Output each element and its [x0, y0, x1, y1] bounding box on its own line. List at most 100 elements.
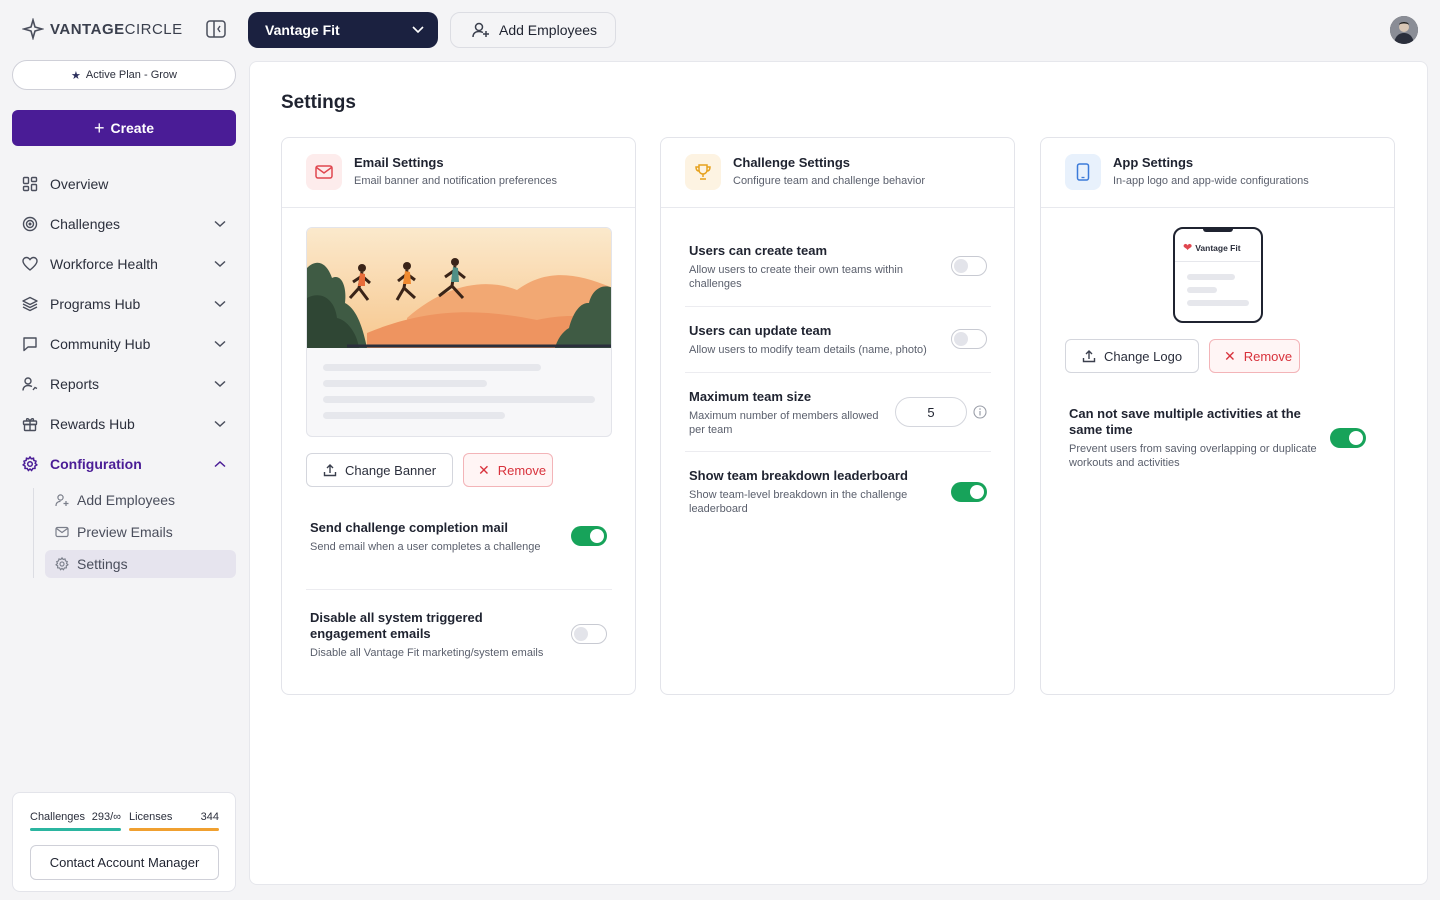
- max-team-size-input[interactable]: 5: [895, 397, 967, 427]
- mail-icon: [55, 526, 69, 538]
- brand-logo[interactable]: VANTAGECIRCLE: [22, 18, 183, 40]
- app-settings-card: App Settings In-app logo and app-wide co…: [1040, 137, 1395, 695]
- sidebar-item-programs-hub[interactable]: Programs Hub: [12, 286, 236, 322]
- logo-icon: [22, 18, 44, 40]
- add-employees-button[interactable]: Add Employees: [450, 12, 616, 48]
- setting-desc: Prevent users from saving overlapping or…: [1069, 443, 1317, 469]
- card-title: Email Settings: [354, 155, 444, 170]
- licenses-usage-value: 344: [200, 811, 219, 823]
- plan-label: Active Plan - Grow: [85, 69, 177, 81]
- app-selector-label: Vantage Fit: [265, 22, 340, 38]
- challenges-usage: Challenges 293/∞: [30, 811, 121, 823]
- runners-banner-image: [307, 228, 611, 348]
- setting-desc: Allow users to create their own teams wi…: [689, 264, 903, 290]
- sidebar-subitem-preview-emails[interactable]: Preview Emails: [45, 518, 236, 546]
- contact-account-manager-button[interactable]: Contact Account Manager: [30, 845, 219, 880]
- subitem-label: Add Employees: [77, 492, 176, 508]
- setting-max-team-size: Maximum team size Maximum number of memb…: [689, 389, 895, 437]
- grid-icon: [22, 176, 38, 192]
- chat-icon: [23, 337, 37, 352]
- setting-title: Can not save multiple activities at the …: [1069, 406, 1301, 437]
- disable-emails-toggle[interactable]: [571, 624, 607, 644]
- change-banner-button[interactable]: Change Banner: [306, 453, 454, 487]
- app-logo: ❤ Vantage Fit: [1183, 241, 1241, 254]
- divider: [685, 372, 991, 373]
- sidebar-item-label: Overview: [50, 176, 109, 192]
- sidebar-subitem-settings[interactable]: Settings: [45, 550, 236, 578]
- add-user-icon: [472, 22, 489, 38]
- plus-icon: +: [93, 118, 105, 138]
- upload-icon: [1082, 350, 1096, 363]
- remove-label: Remove: [497, 462, 547, 478]
- setting-title: Users can update team: [689, 323, 832, 338]
- gift-icon: [22, 418, 38, 432]
- update-team-toggle[interactable]: [951, 329, 987, 349]
- sidebar-item-rewards-hub[interactable]: Rewards Hub: [12, 406, 236, 442]
- phone-icon: [1065, 154, 1101, 190]
- setting-title: Users can create team: [689, 243, 828, 258]
- sidebar-item-label: Configuration: [50, 456, 142, 472]
- sidebar-item-overview[interactable]: Overview: [12, 166, 236, 202]
- sidebar-item-community-hub[interactable]: Community Hub: [12, 326, 236, 362]
- close-icon: ✕: [1224, 347, 1236, 364]
- user-chart-icon: [22, 377, 38, 391]
- add-employees-label: Add Employees: [499, 22, 598, 38]
- remove-logo-button[interactable]: ✕ Remove: [1209, 339, 1300, 373]
- placeholder-line: [1187, 300, 1249, 306]
- card-title: App Settings: [1113, 155, 1194, 170]
- team-breakdown-toggle[interactable]: [951, 482, 987, 502]
- placeholder-line: [323, 412, 505, 419]
- sidebar-item-label: Programs Hub: [50, 296, 141, 312]
- create-button[interactable]: + Create: [12, 110, 236, 146]
- mail-icon: [306, 154, 342, 190]
- heart-logo-icon: ❤: [1183, 242, 1193, 254]
- placeholder-line: [323, 396, 595, 403]
- card-subtitle: In-app logo and app-wide configurations: [1113, 175, 1309, 187]
- chevron-down-icon: [214, 380, 226, 388]
- active-plan-badge[interactable]: ★ Active Plan - Grow: [12, 60, 236, 90]
- remove-banner-button[interactable]: ✕ Remove: [463, 453, 553, 487]
- card-header: Challenge Settings Configure team and ch…: [661, 138, 1014, 208]
- info-icon[interactable]: [973, 405, 987, 419]
- subitem-label: Preview Emails: [77, 524, 173, 540]
- trophy-icon: [685, 154, 721, 190]
- card-subtitle: Email banner and notification preference…: [354, 175, 558, 187]
- sidebar-item-challenges[interactable]: Challenges: [12, 206, 236, 242]
- create-label: Create: [110, 120, 155, 136]
- placeholder-line: [1187, 274, 1235, 280]
- challenges-usage-value: 293/∞: [91, 811, 121, 823]
- upload-icon: [323, 464, 337, 477]
- app-selector[interactable]: Vantage Fit: [248, 12, 438, 48]
- challenges-usage-label: Challenges: [30, 811, 86, 823]
- completion-mail-toggle[interactable]: [571, 526, 607, 546]
- sidebar-toggle-icon[interactable]: [206, 20, 228, 40]
- multiple-activities-toggle[interactable]: [1330, 428, 1366, 448]
- chevron-down-icon: [214, 340, 226, 348]
- sidebar-item-configuration[interactable]: Configuration: [12, 446, 236, 482]
- chevron-down-icon: [214, 300, 226, 308]
- heart-icon: [22, 256, 38, 271]
- sidebar-item-workforce-health[interactable]: Workforce Health: [12, 246, 236, 282]
- setting-disable-emails: Disable all system triggered engagement …: [310, 610, 560, 660]
- card-header: Email Settings Email banner and notifica…: [282, 138, 635, 208]
- change-banner-label: Change Banner: [345, 462, 437, 478]
- close-icon: ✕: [478, 461, 490, 478]
- email-settings-card: Email Settings Email banner and notifica…: [281, 137, 636, 695]
- card-title: Challenge Settings: [733, 155, 851, 170]
- change-logo-button[interactable]: Change Logo: [1065, 339, 1200, 373]
- logo-text: CIRCLE: [124, 20, 183, 38]
- setting-title: Send challenge completion mail: [310, 520, 508, 535]
- user-avatar[interactable]: [1390, 16, 1418, 44]
- placeholder-line: [1187, 287, 1217, 293]
- create-team-toggle[interactable]: [951, 256, 987, 276]
- licenses-usage-label: Licenses: [129, 811, 173, 823]
- app-logo-text: Vantage Fit: [1195, 242, 1241, 253]
- setting-update-team: Users can update team Allow users to mod…: [689, 323, 939, 357]
- card-subtitle: Configure team and challenge behavior: [733, 175, 926, 187]
- sidebar-item-reports[interactable]: Reports: [12, 366, 236, 402]
- setting-multiple-activities: Can not save multiple activities at the …: [1069, 406, 1321, 470]
- app-logo-preview: ❤ Vantage Fit: [1173, 227, 1263, 323]
- target-icon: [22, 216, 38, 232]
- sidebar-subitem-add-employees[interactable]: Add Employees: [45, 486, 236, 514]
- setting-title: Show team breakdown leaderboard: [689, 468, 908, 483]
